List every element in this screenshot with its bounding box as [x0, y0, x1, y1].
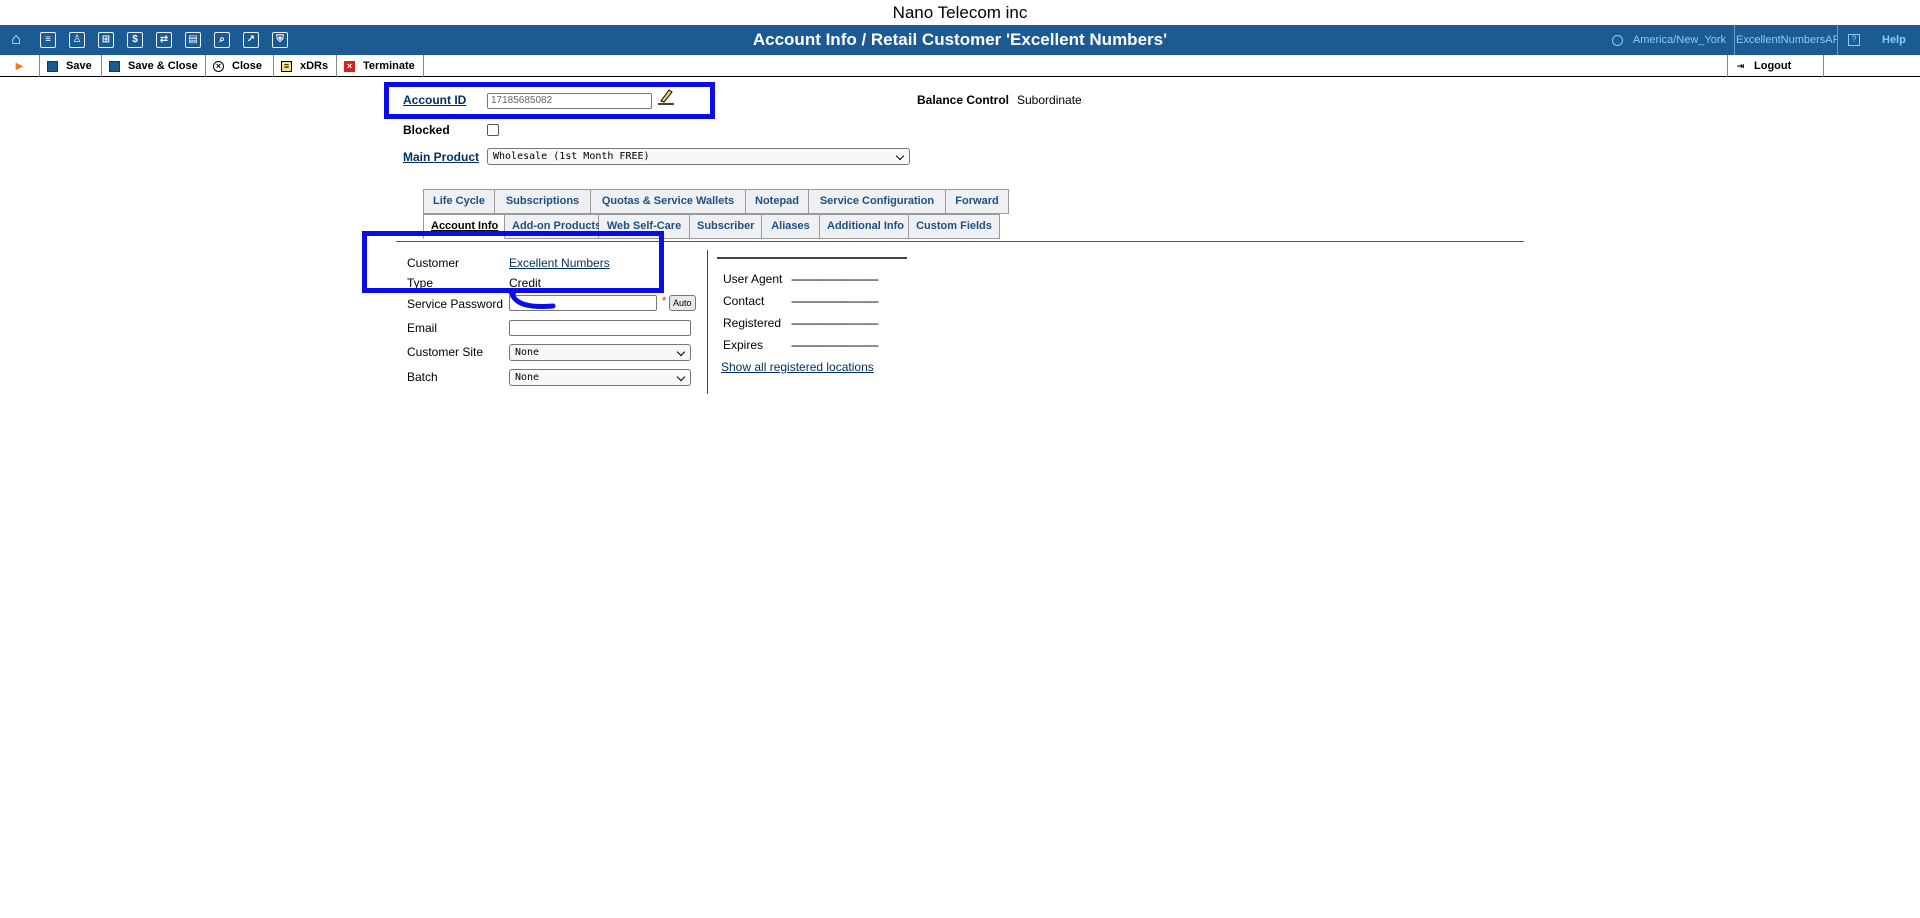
logout-button-label: Logout	[1754, 60, 1792, 72]
save-icon	[47, 60, 58, 72]
service-password-label: Service Password	[407, 297, 504, 311]
main-product-select[interactable]: Wholesale (1st Month FREE)	[487, 148, 910, 165]
chevron-down-icon	[676, 372, 686, 382]
email-field[interactable]	[509, 320, 691, 336]
save-close-icon	[109, 60, 120, 72]
xdr-icon: ≡	[281, 60, 292, 72]
timezone-label: America/New_York	[1632, 34, 1726, 46]
user-agent-value: -----------------------------	[791, 272, 879, 286]
tabs-row-1: Life Cycle Subscriptions Quotas & Servic…	[423, 189, 1009, 214]
main-product-label[interactable]: Main Product	[403, 150, 479, 164]
annotation-box-account-id	[384, 82, 715, 119]
annotation-scribble	[508, 288, 556, 309]
tab-service-configuration[interactable]: Service Configuration	[809, 189, 946, 214]
batch-select[interactable]: None	[509, 369, 691, 386]
terminate-icon: ×	[344, 60, 355, 72]
show-all-locations-link[interactable]: Show all registered locations	[721, 360, 874, 374]
help-link[interactable]: Help	[1882, 34, 1920, 46]
user-agent-row: User Agent -----------------------------	[723, 272, 923, 286]
company-name: Nano Telecom inc	[892, 3, 1028, 22]
save-button-label: Save	[66, 60, 92, 72]
registered-label: Registered	[723, 316, 782, 330]
tab-subscriber[interactable]: Subscriber	[690, 214, 762, 239]
contact-value: -----------------------------	[791, 294, 879, 308]
user-name[interactable]: ExcellentNumbersAPI	[1735, 34, 1837, 46]
xdrs-button[interactable]: ≡ xDRs	[274, 55, 337, 77]
person-icon[interactable]: ♙	[69, 32, 85, 48]
header-bar: ⌂ ≡ ♙ ⊞ $ ⇄ ▤ ⌕ ↗ ⛨ Account Info / Retai…	[0, 25, 1920, 55]
home-icon[interactable]: ⌂	[8, 32, 24, 48]
shield-icon[interactable]: ⛨	[272, 32, 288, 48]
timezone-link[interactable]: America/New_York	[1611, 34, 1734, 46]
contact-label: Contact	[723, 294, 765, 308]
tab-life-cycle[interactable]: Life Cycle	[423, 189, 495, 214]
terminate-button[interactable]: × Terminate	[337, 55, 424, 77]
tab-custom-fields[interactable]: Custom Fields	[909, 214, 1000, 239]
batch-label: Batch	[407, 370, 438, 384]
save-button[interactable]: Save	[40, 55, 102, 77]
tab-aliases[interactable]: Aliases	[762, 214, 820, 239]
search-icon[interactable]: ⌕	[214, 32, 230, 48]
save-close-label: Save & Close	[128, 60, 198, 72]
tab-additional-info[interactable]: Additional Info	[820, 214, 909, 239]
tab-subscriptions[interactable]: Subscriptions	[495, 189, 591, 214]
grid-icon[interactable]: ⊞	[98, 32, 114, 48]
help-icon[interactable]: ?	[1848, 34, 1860, 46]
required-marker: *	[662, 295, 667, 307]
blocked-checkbox[interactable]	[487, 124, 499, 136]
balance-control-value: Subordinate	[1017, 93, 1082, 107]
close-button-label: Close	[232, 60, 262, 72]
expand-arrow-icon[interactable]: ▶	[0, 55, 40, 77]
save-close-button[interactable]: Save & Close	[102, 55, 206, 77]
report-icon[interactable]: ▤	[185, 32, 201, 48]
list-icon[interactable]: ≡	[40, 32, 56, 48]
close-icon: ×	[213, 60, 224, 72]
close-button[interactable]: × Close	[206, 55, 274, 77]
header-divider	[1837, 25, 1838, 55]
expires-value: -----------------------------	[791, 338, 879, 352]
chart-icon[interactable]: ↗	[243, 32, 259, 48]
email-label: Email	[407, 321, 438, 335]
batch-value: None	[515, 372, 540, 383]
logout-icon: ⇥	[1736, 60, 1745, 71]
dollar-icon[interactable]: $	[127, 32, 143, 48]
contact-row: Contact -----------------------------	[723, 294, 923, 308]
balance-control-label: Balance Control	[917, 93, 1010, 107]
tab-notepad[interactable]: Notepad	[746, 189, 809, 214]
customer-site-label: Customer Site	[407, 345, 484, 359]
chevron-down-icon	[895, 151, 905, 161]
terminate-button-label: Terminate	[363, 60, 415, 72]
customer-site-value: None	[515, 347, 540, 358]
user-agent-label: User Agent	[723, 272, 783, 286]
nav-icons: ⌂ ≡ ♙ ⊞ $ ⇄ ▤ ⌕ ↗ ⛨	[8, 25, 301, 55]
customer-site-select[interactable]: None	[509, 344, 691, 361]
clock-icon	[1611, 34, 1623, 46]
expires-label: Expires	[723, 338, 764, 352]
auto-generate-button[interactable]: Auto	[669, 295, 696, 311]
tab-quotas-service-wallets[interactable]: Quotas & Service Wallets	[591, 189, 746, 214]
main-product-value: Wholesale (1st Month FREE)	[493, 151, 650, 162]
blocked-label: Blocked	[403, 123, 450, 137]
registered-value: -----------------------------	[791, 316, 879, 330]
expires-row: Expires -----------------------------	[723, 338, 923, 352]
header-right: America/New_York ExcellentNumbersAPI ? H…	[1611, 25, 1920, 55]
xdrs-button-label: xDRs	[300, 60, 329, 72]
transfer-icon[interactable]: ⇄	[156, 32, 172, 48]
logout-button[interactable]: ⇥ Logout	[1727, 55, 1824, 77]
registration-divider	[717, 257, 907, 259]
tab-forward[interactable]: Forward	[946, 189, 1009, 214]
column-divider	[707, 250, 708, 394]
toolbar: ▶ Save Save & Close × Close ≡ xDRs × Ter…	[0, 55, 1920, 77]
registered-row: Registered -----------------------------	[723, 316, 923, 330]
chevron-down-icon	[676, 347, 686, 357]
